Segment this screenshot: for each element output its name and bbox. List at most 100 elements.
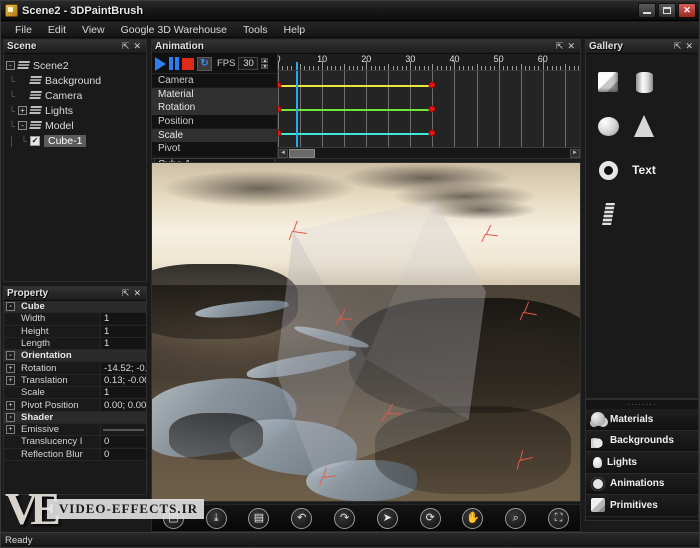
cone-shape-icon[interactable] — [627, 108, 661, 144]
close-icon[interactable]: ✕ — [565, 42, 577, 51]
close-icon[interactable]: ✕ — [131, 289, 143, 298]
tree-item-model[interactable]: └ - Model — [6, 118, 144, 133]
undo-button[interactable]: ↶ — [280, 505, 323, 531]
menu-item-google-3d-warehouse[interactable]: Google 3D Warehouse — [113, 22, 235, 38]
property-value[interactable]: 0.13; -0.00; 0.02 — [101, 374, 146, 386]
keyframe-marker[interactable] — [428, 105, 436, 113]
fit-view-button[interactable]: ⛶ — [537, 505, 580, 531]
select-tool-button[interactable]: ➤ — [366, 505, 409, 531]
fps-input[interactable]: 30 — [238, 57, 259, 70]
timeline-tracks[interactable] — [278, 71, 580, 147]
text-shape-icon[interactable]: Text — [627, 152, 661, 188]
tree-item-cube-1[interactable]: │ └ ✓ Cube-1 — [6, 133, 144, 148]
property-expander-icon[interactable]: + — [6, 363, 15, 373]
new-scene-button[interactable]: ◰ — [152, 505, 195, 531]
redo-button[interactable]: ↷ — [323, 505, 366, 531]
color-swatch[interactable] — [103, 428, 144, 431]
fps-stepper[interactable]: ▲ ▼ — [261, 58, 269, 70]
property-row[interactable]: +Pivot Position0.00; 0.00; 0.50 — [4, 399, 146, 412]
visibility-checkbox[interactable]: ✓ — [30, 135, 40, 146]
property-expander-icon[interactable]: - — [6, 351, 15, 361]
accordion-grip[interactable]: ········ — [586, 400, 698, 409]
pause-button[interactable] — [169, 57, 179, 70]
accordion-section-materials[interactable]: Materials — [586, 409, 698, 431]
playhead[interactable] — [295, 71, 298, 147]
accordion-section-lights[interactable]: Lights — [586, 452, 698, 474]
stepper-down-icon[interactable]: ▼ — [261, 64, 269, 70]
animation-track-position[interactable]: Position — [152, 115, 277, 129]
cylinder-shape-icon[interactable] — [627, 64, 661, 100]
property-row[interactable]: +Rotation-14.52; -0.03; 0. — [4, 362, 146, 375]
property-value[interactable]: 0 — [101, 436, 146, 448]
accordion-section-primitives[interactable]: Primitives — [586, 495, 698, 517]
property-row[interactable]: +Translation0.13; -0.00; 0.02 — [4, 374, 146, 388]
torus-shape-icon[interactable] — [591, 152, 625, 188]
keyframe-marker[interactable] — [278, 129, 282, 137]
property-row[interactable]: Translucency I0 — [4, 436, 146, 449]
pin-icon[interactable]: ⇱ — [672, 42, 684, 51]
keyframe-marker[interactable] — [278, 81, 282, 89]
tree-expander-icon[interactable]: - — [18, 121, 27, 130]
sphere-shape-icon[interactable] — [591, 108, 625, 144]
loop-icon[interactable]: ↻ — [197, 56, 212, 71]
menu-item-edit[interactable]: Edit — [40, 22, 74, 38]
close-icon[interactable]: ✕ — [683, 42, 695, 51]
tree-item-scene2[interactable]: - Scene2 — [6, 58, 144, 73]
animation-track-pivot[interactable]: Pivot — [152, 142, 277, 156]
animation-track-camera[interactable]: Camera — [152, 74, 277, 88]
pin-icon[interactable]: ⇱ — [120, 289, 132, 298]
property-value[interactable]: 0.00; 0.00; 0.50 — [101, 399, 146, 411]
property-value[interactable]: -14.52; -0.03; 0. — [101, 362, 146, 374]
play-button[interactable] — [155, 56, 166, 71]
keyframe-marker[interactable] — [428, 129, 436, 137]
scroll-left-button[interactable]: ◄ — [278, 148, 288, 158]
property-value[interactable]: 1 — [101, 387, 146, 399]
property-row[interactable]: + Emissive — [4, 424, 146, 437]
rotation-track[interactable] — [278, 84, 433, 87]
rotate-tool-button[interactable]: ⟳ — [409, 505, 452, 531]
scale-track[interactable] — [278, 133, 433, 136]
property-row[interactable]: Height 1 — [4, 325, 146, 338]
open-file-button[interactable]: ⤓ — [195, 505, 238, 531]
timeline-scrollbar[interactable]: ◄ ► — [278, 147, 580, 158]
accordion-section-animations[interactable]: Animations — [586, 473, 698, 495]
playhead-handle[interactable] — [295, 62, 298, 70]
pin-icon[interactable]: ⇱ — [120, 42, 132, 51]
animation-track-scale[interactable]: Scale — [152, 128, 277, 142]
menu-item-view[interactable]: View — [74, 22, 113, 38]
menu-item-help[interactable]: Help — [276, 22, 314, 38]
stop-button[interactable] — [182, 57, 194, 70]
property-row[interactable]: Length 1 — [4, 338, 146, 351]
property-value[interactable]: 1 — [101, 338, 146, 350]
maximize-button[interactable] — [658, 3, 676, 18]
property-row[interactable]: Width 1 — [4, 313, 146, 326]
minimize-button[interactable] — [638, 3, 656, 18]
menu-item-tools[interactable]: Tools — [235, 22, 276, 38]
3d-viewport[interactable] — [151, 162, 581, 502]
pan-tool-button[interactable]: ✋ — [452, 505, 495, 531]
cube-shape-icon[interactable] — [591, 64, 625, 100]
tree-expander-icon[interactable]: - — [6, 61, 15, 70]
animation-track-material[interactable]: Material — [152, 87, 277, 101]
close-button[interactable]: ✕ — [678, 3, 696, 18]
property-expander-icon[interactable]: + — [6, 425, 15, 435]
animation-track-rotation[interactable]: Rotation — [152, 101, 277, 115]
property-value[interactable]: 1 — [101, 313, 146, 325]
tree-item-background[interactable]: └ Background — [6, 73, 144, 88]
property-value[interactable]: 1 — [101, 325, 146, 337]
keyframe-marker[interactable] — [428, 81, 436, 89]
property-expander-icon[interactable]: - — [6, 412, 15, 422]
pin-icon[interactable]: ⇱ — [554, 42, 566, 51]
menu-item-file[interactable]: File — [7, 22, 40, 38]
scroll-right-button[interactable]: ► — [570, 148, 580, 158]
scrollbar-thumb[interactable] — [289, 148, 315, 158]
keyframe-marker[interactable] — [278, 105, 282, 113]
tree-expander-icon[interactable]: + — [18, 106, 27, 115]
zoom-tool-button[interactable]: ⌕ — [494, 505, 537, 531]
property-value[interactable]: 0 — [101, 448, 146, 460]
property-expander-icon[interactable]: + — [6, 400, 15, 410]
timeline-ruler[interactable]: 0 10 20 30 40 50 60 — [278, 54, 580, 71]
accordion-section-backgrounds[interactable]: Backgrounds — [586, 430, 698, 452]
property-row[interactable]: Reflection Blur 0 — [4, 448, 146, 461]
position-track[interactable] — [278, 109, 433, 111]
